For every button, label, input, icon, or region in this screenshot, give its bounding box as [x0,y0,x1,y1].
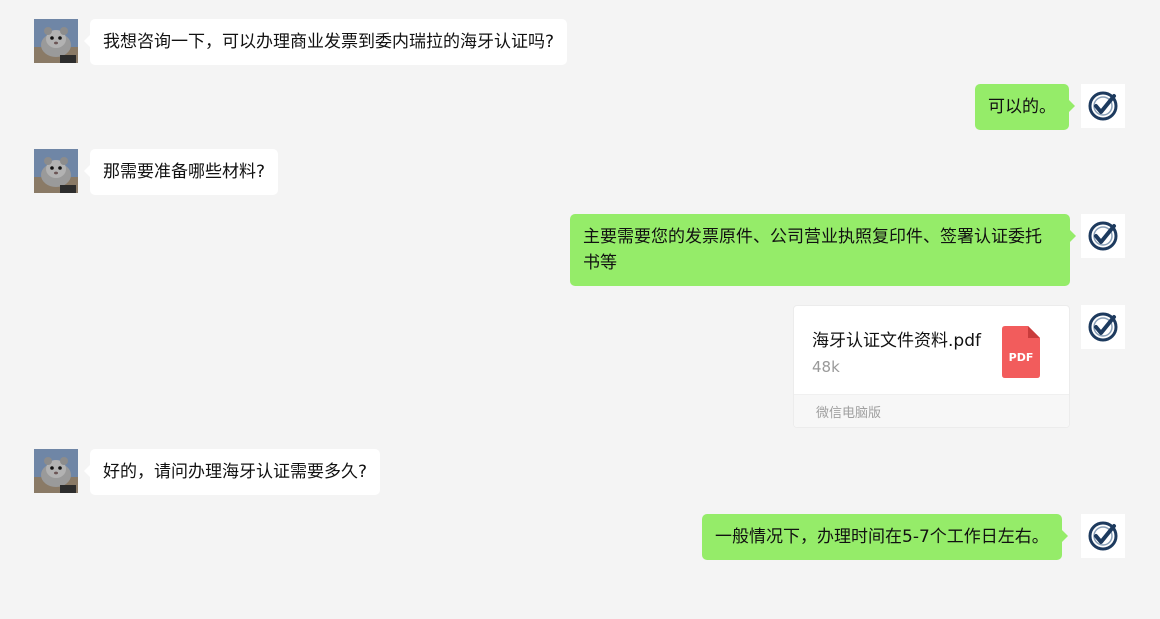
my-avatar[interactable] [1081,214,1125,258]
message-bubble[interactable]: 一般情况下，办理时间在5-7个工作日左右。 [702,514,1068,560]
my-avatar[interactable] [1081,305,1125,349]
checkmark-logo-icon [1088,312,1118,342]
checkmark-logo-icon [1088,91,1118,121]
contact-avatar[interactable] [34,149,78,193]
file-attachment-card[interactable]: 海牙认证文件资料.pdf 48k PDF 微信电脑版 [793,305,1070,428]
message-text: 我想咨询一下，可以办理商业发票到委内瑞拉的海牙认证吗? [103,32,555,52]
pdf-icon-label: PDF [1009,351,1034,364]
message-text: 主要需要您的发票原件、公司营业执照复印件、签署认证委托书等 [583,227,1042,273]
message-bubble[interactable]: 我想咨询一下，可以办理商业发票到委内瑞拉的海牙认证吗? [83,19,568,65]
message-bubble[interactable]: 好的，请问办理海牙认证需要多久? [83,449,381,495]
file-size: 48k [812,358,840,376]
message-text: 可以的。 [988,97,1056,117]
message-bubble[interactable]: 主要需要您的发票原件、公司营业执照复印件、签署认证委托书等 [570,214,1076,286]
file-footer: 微信电脑版 [794,394,1069,427]
file-name: 海牙认证文件资料.pdf [812,331,981,351]
message-text: 好的，请问办理海牙认证需要多久? [103,462,368,482]
my-avatar[interactable] [1081,514,1125,558]
hamster-photo [34,149,78,193]
checkmark-logo-icon [1088,221,1118,251]
message-bubble[interactable]: 那需要准备哪些材料? [83,149,279,195]
hamster-photo [34,449,78,493]
contact-avatar[interactable] [34,19,78,63]
pdf-file-icon: PDF [1002,326,1040,378]
contact-avatar[interactable] [34,449,78,493]
message-bubble[interactable]: 可以的。 [975,84,1075,130]
my-avatar[interactable] [1081,84,1125,128]
file-source-label: 微信电脑版 [816,406,882,421]
message-text: 那需要准备哪些材料? [103,162,266,182]
checkmark-logo-icon [1088,521,1118,551]
message-text: 一般情况下，办理时间在5-7个工作日左右。 [715,527,1049,547]
hamster-photo [34,19,78,63]
